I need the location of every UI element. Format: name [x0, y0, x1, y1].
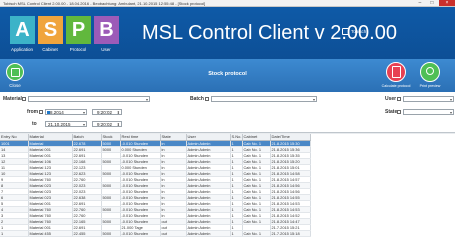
chevron-down-icon: ▾	[449, 110, 452, 115]
protocol-toolbar: Close Stock protocol Calculate protocol …	[0, 59, 455, 92]
table-cell: out	[160, 230, 187, 237]
batch-select[interactable]: ▾	[211, 96, 317, 102]
table-row[interactable]: 1 Material 455 22.455 5000 -0.010 Stunden out…	[0, 230, 311, 237]
state-select[interactable]: ▾	[403, 109, 454, 115]
user-filter-label: User	[385, 96, 397, 102]
filter-panel: Material ▾ Batch ▾ User ▾ State ▾ from 8…	[0, 92, 455, 133]
print-preview-button[interactable]	[420, 62, 440, 82]
stock-protocol-table: Entry No Material Batch Stock Rest time State…	[0, 134, 455, 246]
table-cell: Material 455	[28, 230, 73, 237]
user-select[interactable]: ▾	[403, 96, 454, 102]
from-date-field[interactable]: 8.2014 ▾	[45, 109, 87, 115]
window-title: Tobisch MSL Control Client 2.00.00 - 18.…	[3, 1, 206, 6]
logo-text: Tobisch	[351, 29, 367, 34]
table-cell: Admin Admin	[186, 230, 231, 237]
table-cell: 22.455	[72, 230, 102, 237]
batch-checkbox[interactable]	[205, 97, 209, 101]
to-time-value: 9:20:02	[97, 122, 113, 127]
from-time-value: 9:20:02	[97, 110, 113, 115]
state-label: State	[385, 109, 398, 115]
to-date-field[interactable]: 21.10.2015 ▾	[45, 121, 87, 127]
table-cell: 21.7.2015 15:18	[270, 230, 311, 237]
window-close-icon[interactable]: ×	[439, 0, 455, 6]
table-cell: 1	[0, 230, 29, 237]
user-button[interactable]: B	[94, 16, 119, 44]
window-controls: – □	[414, 0, 438, 6]
close-label: Close	[9, 83, 21, 88]
calculate-protocol-button[interactable]	[386, 62, 406, 82]
table-cell: Cab No. 1	[242, 230, 271, 237]
minimize-icon[interactable]: –	[419, 0, 422, 6]
material-checkbox[interactable]	[22, 97, 26, 101]
column-header[interactable]: S.No.	[230, 134, 243, 141]
user-label: User	[101, 47, 111, 52]
table-cell: 5000	[101, 230, 121, 237]
calendar-icon[interactable]	[46, 110, 50, 114]
table-cell: -0.010 Stunden	[120, 230, 161, 237]
chevron-down-icon: ▾	[312, 97, 315, 102]
application-label: Application	[10, 47, 33, 52]
application-button[interactable]: A	[10, 16, 35, 44]
from-label: from	[27, 109, 39, 115]
material-select[interactable]: ▾	[28, 96, 150, 102]
chevron-down-icon: ▾	[82, 110, 85, 115]
app-header: A S P B Application Cabinet Protocol Use…	[0, 7, 455, 59]
to-time-field[interactable]: 9:20:02 ⬍	[92, 121, 122, 127]
from-time-field[interactable]: 9:20:02 ⬍	[92, 109, 122, 115]
chevron-down-icon: ▾	[82, 122, 85, 127]
maximize-icon[interactable]: □	[430, 0, 433, 6]
cabinet-label: Cabinet	[42, 47, 58, 52]
protocol-label: Protocol	[69, 47, 87, 52]
chevron-down-icon: ▾	[145, 97, 148, 102]
from-date-value: 8.2014	[50, 110, 64, 115]
logo-icon	[342, 28, 349, 35]
table-cell: 1	[230, 230, 243, 237]
spinner-icon[interactable]: ⬍	[117, 110, 120, 115]
protocol-button[interactable]: P	[66, 16, 91, 44]
tobisch-logo: Tobisch	[342, 27, 372, 36]
calculate-protocol-label: Calculate protocol	[381, 84, 411, 88]
cabinet-button[interactable]: S	[38, 16, 63, 44]
batch-label: Batch	[190, 96, 204, 102]
print-preview-label: Print preview	[419, 84, 441, 88]
to-label: to	[32, 121, 37, 127]
chevron-down-icon: ▾	[449, 97, 452, 102]
window-titlebar: Tobisch MSL Control Client 2.00.00 - 18.…	[0, 0, 455, 7]
user-checkbox[interactable]	[397, 97, 401, 101]
to-date-value: 21.10.2015	[48, 122, 71, 127]
spinner-icon[interactable]: ⬍	[117, 122, 120, 127]
state-checkbox[interactable]	[397, 110, 401, 114]
material-label: Material	[3, 96, 22, 102]
from-checkbox[interactable]	[39, 110, 43, 114]
